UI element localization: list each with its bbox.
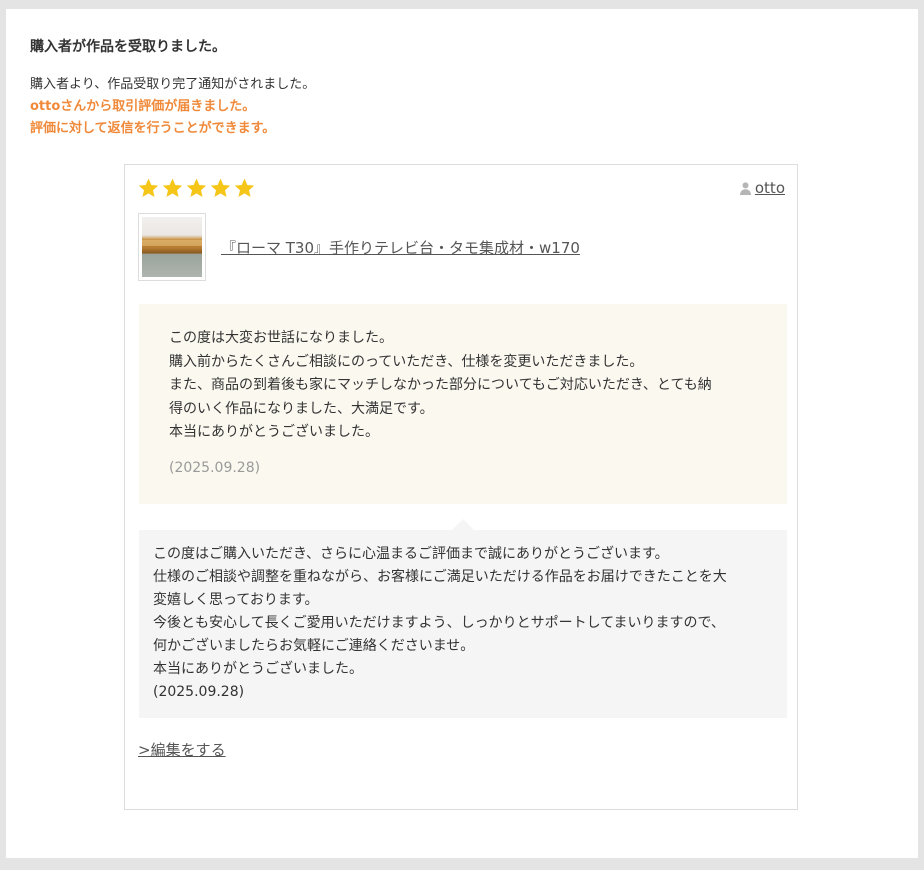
seller-reply-box: この度はご購入いただき、さらに心温まるご評価まで誠にありがとうございます。 仕様…	[139, 519, 787, 718]
reviewer-name-link[interactable]: otto	[755, 179, 785, 197]
reviewer: otto	[739, 179, 785, 197]
notice-review-received-text: ottoさんから取引評価が届きました。	[30, 99, 256, 114]
star-icon	[210, 178, 231, 197]
reply-line: 仕様のご相談や調整を重ねながら、お客様にご満足いただける作品をお届けできたことを…	[153, 569, 727, 585]
reply-line: 何かございましたらお気軽にご連絡くださいませ。	[153, 638, 475, 654]
reply-line: 本当にありがとうございました。	[153, 661, 363, 677]
star-rating	[137, 177, 256, 199]
review-comment-line: 得のいく作品になりました、大満足です。	[169, 400, 434, 417]
star-icon	[138, 178, 159, 197]
review-card: otto 『ローマ T30』手作りテレビ台・タモ集成材・w170 この度は大変お…	[124, 164, 798, 810]
product-title-link[interactable]: 『ローマ T30』手作りテレビ台・タモ集成材・w170	[221, 237, 580, 258]
reply-line: この度はご購入いただき、さらに心温まるご評価まで誠にありがとうございます。	[153, 546, 669, 562]
review-comment-line: この度は大変お世話になりました。	[169, 330, 393, 346]
review-date: (2025.09.28)	[169, 459, 261, 476]
notice-reply-hint-text: 評価に対して返信を行うことができます。	[30, 121, 276, 136]
review-comment-line: また、商品の到着後も家にマッチしなかった部分についてもご対応いただき、とても納	[169, 377, 712, 393]
review-comment-line: 本当にありがとうございました。	[169, 424, 379, 440]
product-thumbnail[interactable]	[138, 213, 206, 281]
reply-line: 今後とも安心して長くご愛用いただけますよう、しっかりとサポートしてまいりますので…	[153, 615, 725, 631]
reply-pointer	[452, 519, 474, 530]
notice-receipt-text: 購入者より、作品受取り完了通知がされました。	[30, 77, 316, 92]
review-comment-box: この度は大変お世話になりました。 購入前からたくさんご相談にのっていただき、仕様…	[139, 304, 787, 504]
reply-date: (2025.09.28)	[153, 684, 245, 700]
star-icon	[162, 178, 183, 197]
transaction-panel: 購入者が作品を受取りました。 購入者より、作品受取り完了通知がされました。 ot…	[6, 9, 918, 858]
reply-line: 変嬉しく思っております。	[153, 592, 319, 608]
product-photo	[142, 217, 202, 277]
review-comment-line: 購入前からたくさんご相談にのっていただき、仕様を変更いただきました。	[169, 353, 644, 370]
panel-tab-pointer	[748, 9, 776, 18]
notice-title: 購入者が作品を受取りました。	[30, 39, 226, 55]
notice-message: 購入者より、作品受取り完了通知がされました。 ottoさんから取引評価が届きまし…	[30, 74, 315, 140]
star-icon	[234, 178, 255, 197]
star-icon	[186, 178, 207, 197]
person-icon	[739, 181, 751, 195]
edit-reply-link[interactable]: >編集をする	[138, 739, 226, 760]
